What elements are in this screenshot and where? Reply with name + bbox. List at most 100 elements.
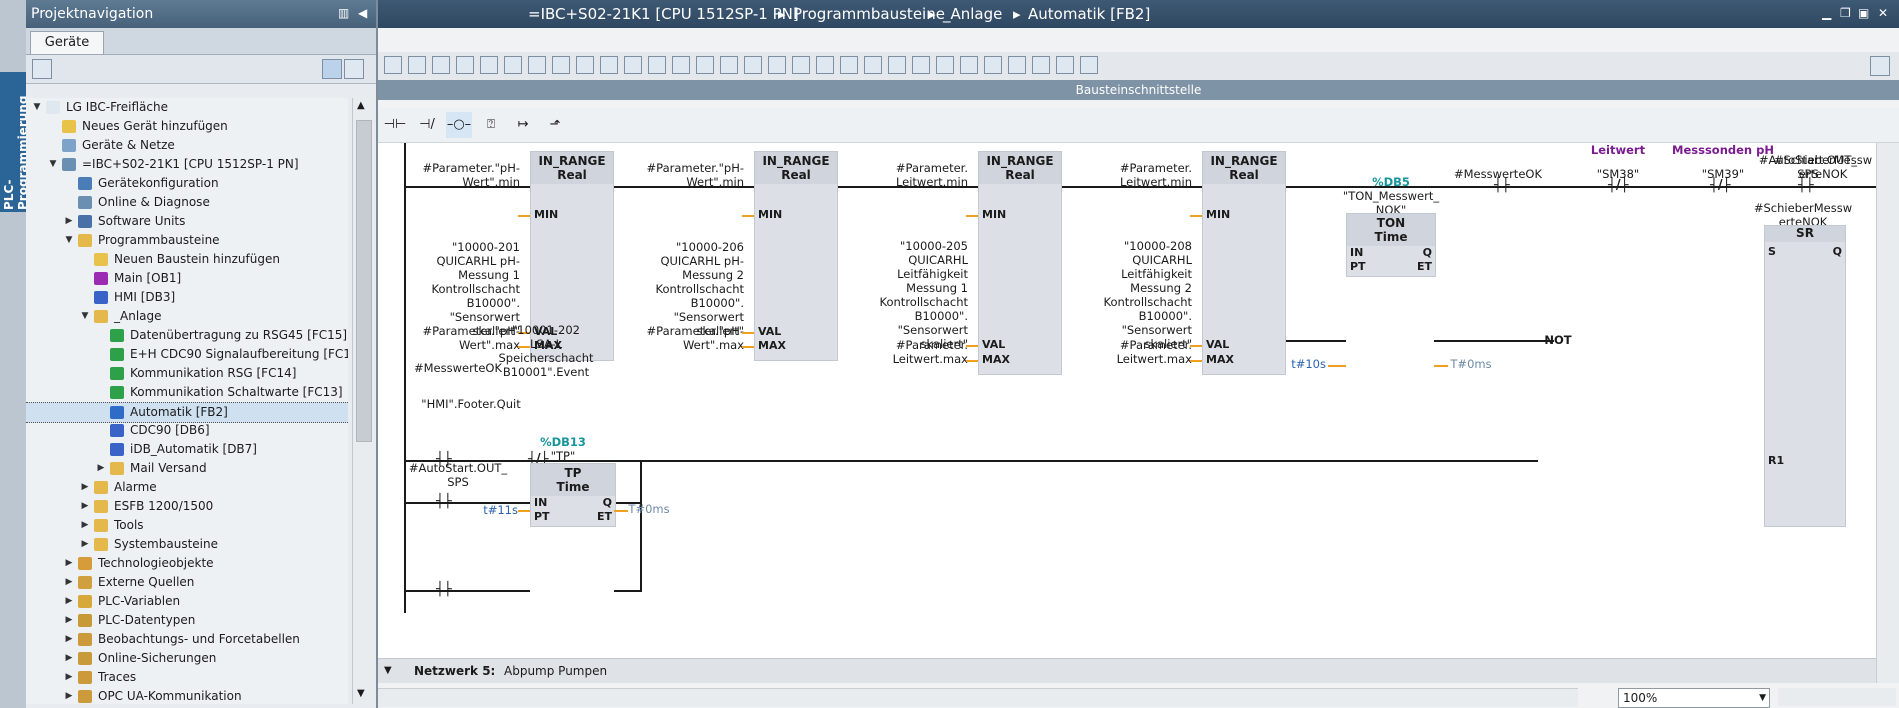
network-title[interactable]: Abpump Pumpen xyxy=(504,659,607,683)
tree-item[interactable]: Kommunikation Schaltwarte [FC13] xyxy=(26,383,348,402)
coil-icon[interactable]: –○– xyxy=(446,112,472,138)
toolbar-tool-icon[interactable] xyxy=(768,56,786,74)
vertical-scrollbar[interactable] xyxy=(1876,143,1899,683)
toolbar-tool-icon[interactable] xyxy=(984,56,1002,74)
toolbar-tool-icon[interactable] xyxy=(888,56,906,74)
toolbar-tool-icon[interactable] xyxy=(1056,56,1074,74)
toolbar-tool-icon[interactable] xyxy=(600,56,618,74)
tree-item[interactable]: ▶ Alarme xyxy=(26,478,348,497)
tree-item[interactable]: Geräte & Netze xyxy=(26,136,348,155)
tree-item[interactable]: Datenübertragung zu RSG45 [FC15] xyxy=(26,326,348,345)
breadcrumb-programmbausteine[interactable]: Programmbausteine xyxy=(793,5,945,23)
tree-item[interactable]: ▶ PLC-Datentypen xyxy=(26,611,348,630)
network-5-header[interactable]: ▼ Netzwerk 5: Abpump Pumpen xyxy=(378,658,1876,683)
pin-icon[interactable]: ▥ xyxy=(338,6,349,20)
tree-item[interactable]: CDC90 [DB6] xyxy=(26,421,348,440)
toolbar-tool-icon[interactable] xyxy=(1080,56,1098,74)
ton-block[interactable]: TON Time IN PT Q ET xyxy=(1346,213,1436,277)
interface-splitter[interactable]: Bausteinschnittstelle xyxy=(378,80,1899,100)
sm38-contact[interactable]: ┤/├ xyxy=(1608,178,1628,193)
tree-item[interactable]: Main [OB1] xyxy=(26,269,348,288)
collapsed-arrow-icon[interactable]: ▶ xyxy=(64,212,74,231)
tree-item[interactable]: ▼ Programmbausteine xyxy=(26,231,348,250)
tree-item[interactable]: ▶ Systembausteine xyxy=(26,535,348,554)
collapsed-arrow-icon[interactable]: ▶ xyxy=(64,687,74,704)
detail-view-icon[interactable] xyxy=(322,59,342,79)
tree-item[interactable]: Online & Diagnose xyxy=(26,193,348,212)
tree-item[interactable]: ▶ Online-Sicherungen xyxy=(26,649,348,668)
expanded-arrow-icon[interactable]: ▼ xyxy=(64,231,74,250)
collapsed-arrow-icon[interactable]: ▶ xyxy=(64,630,74,649)
toolbar-tool-icon[interactable] xyxy=(624,56,642,74)
autostart-contact-2[interactable]: ┤├ xyxy=(436,582,452,597)
tree-item[interactable]: Gerätekonfiguration xyxy=(26,174,348,193)
ladder-canvas[interactable]: IN_RANGE Real MIN VAL MAX #Parameter."pH- Wer… xyxy=(378,143,1876,658)
tree-item[interactable]: Neuen Baustein hinzufügen xyxy=(26,250,348,269)
collapsed-arrow-icon[interactable]: ▶ xyxy=(64,554,74,573)
tree-item[interactable]: iDB_Automatik [DB7] xyxy=(26,440,348,459)
toolbar-tool-icon[interactable] xyxy=(576,56,594,74)
zoom-select[interactable]: 100% ▼ xyxy=(1618,688,1770,708)
tab-geraete[interactable]: Geräte xyxy=(30,31,104,54)
toolbar-tool-icon[interactable] xyxy=(408,56,426,74)
toolbar-tool-icon[interactable] xyxy=(672,56,690,74)
expanded-arrow-icon[interactable]: ▼ xyxy=(80,307,90,326)
toolbar-tool-icon[interactable] xyxy=(720,56,738,74)
tree-item[interactable]: ▶ ESFB 1200/1500 xyxy=(26,497,348,516)
tree-item[interactable]: ▼ LG IBC-Freifläche xyxy=(26,98,348,117)
new-device-icon[interactable] xyxy=(32,59,52,79)
toolbar-tool-icon[interactable] xyxy=(840,56,858,74)
toolbar-tool-icon[interactable] xyxy=(480,56,498,74)
nav-scroll-thumb[interactable] xyxy=(356,120,372,442)
collapsed-arrow-icon[interactable]: ▶ xyxy=(64,592,74,611)
collapsed-arrow-icon[interactable]: ▶ xyxy=(80,516,90,535)
breadcrumb-cpu[interactable]: =IBC+S02-21K1 [CPU 1512SP-1 PN] xyxy=(528,5,799,23)
maximize-icon[interactable]: ▣ xyxy=(1858,6,1869,20)
tree-item[interactable]: Kommunikation RSG [FC14] xyxy=(26,364,348,383)
collapsed-arrow-icon[interactable]: ▶ xyxy=(64,668,74,687)
collapsed-arrow-icon[interactable]: ▶ xyxy=(64,573,74,592)
tree-item[interactable]: ▼ =IBC+S02-21K1 [CPU 1512SP-1 PN] xyxy=(26,155,348,174)
toolbar-tool-icon[interactable] xyxy=(504,56,522,74)
tree-item[interactable]: ▶ Software Units xyxy=(26,212,348,231)
zoom-slider[interactable] xyxy=(1778,688,1896,706)
collapsed-arrow-icon[interactable]: ▶ xyxy=(80,535,90,554)
task-cards-icon[interactable] xyxy=(1870,56,1890,76)
tp-block[interactable]: TP Time IN PT Q ET xyxy=(530,463,616,527)
breadcrumb-automatik[interactable]: Automatik [FB2] xyxy=(1028,5,1150,23)
toolbar-tool-icon[interactable] xyxy=(528,56,546,74)
expanded-arrow-icon[interactable]: ▼ xyxy=(32,98,42,117)
toolbar-tool-icon[interactable] xyxy=(1032,56,1050,74)
toolbar-tool-icon[interactable] xyxy=(792,56,810,74)
collapsed-arrow-icon[interactable]: ▶ xyxy=(96,459,106,478)
scroll-down-icon[interactable]: ▼ xyxy=(357,688,365,699)
breadcrumb-anlage[interactable]: _Anlage xyxy=(943,5,1002,23)
tree-item[interactable]: ▶ PLC-Variablen xyxy=(26,592,348,611)
collapsed-arrow-icon[interactable]: ▶ xyxy=(80,497,90,516)
sr-block[interactable]: SR S Q R1 xyxy=(1764,225,1846,527)
toolbar-tool-icon[interactable] xyxy=(744,56,762,74)
tree-item[interactable]: Neues Gerät hinzufügen xyxy=(26,117,348,136)
toolbar-tool-icon[interactable] xyxy=(960,56,978,74)
in-range-block[interactable]: IN_RANGE Real MIN VAL MAX xyxy=(1202,151,1286,375)
collapse-network-icon[interactable]: ▼ xyxy=(384,659,392,683)
toolbar-tool-icon[interactable] xyxy=(696,56,714,74)
hmi-quit-contact[interactable]: ┤├ xyxy=(436,494,452,509)
collapsed-arrow-icon[interactable]: ▶ xyxy=(64,649,74,668)
scroll-up-icon[interactable]: ▲ xyxy=(357,100,365,111)
tree-item[interactable]: ▶ Mail Versand xyxy=(26,459,348,478)
sm39-contact[interactable]: ┤/├ xyxy=(1710,178,1730,193)
tree-item[interactable]: E+H CDC90 Signalaufbereitung [FC1... xyxy=(26,345,348,364)
toolbar-tool-icon[interactable] xyxy=(936,56,954,74)
close-branch-icon[interactable]: ⬏ xyxy=(542,112,568,138)
tree-item[interactable]: HMI [DB3] xyxy=(26,288,348,307)
nav-scrollbar[interactable]: ▲ ▼ xyxy=(352,98,373,704)
overview-icon[interactable] xyxy=(344,59,364,79)
tree-item[interactable]: ▶ OPC UA-Kommunikation xyxy=(26,687,348,704)
toolbar-tool-icon[interactable] xyxy=(912,56,930,74)
collapsed-arrow-icon[interactable]: ▶ xyxy=(80,478,90,497)
toolbar-tool-icon[interactable] xyxy=(816,56,834,74)
toolbar-tool-icon[interactable] xyxy=(864,56,882,74)
in-range-block[interactable]: IN_RANGE Real MIN VAL MAX xyxy=(754,151,838,361)
nc-contact-icon[interactable]: ⊣/⊢ xyxy=(414,112,440,158)
